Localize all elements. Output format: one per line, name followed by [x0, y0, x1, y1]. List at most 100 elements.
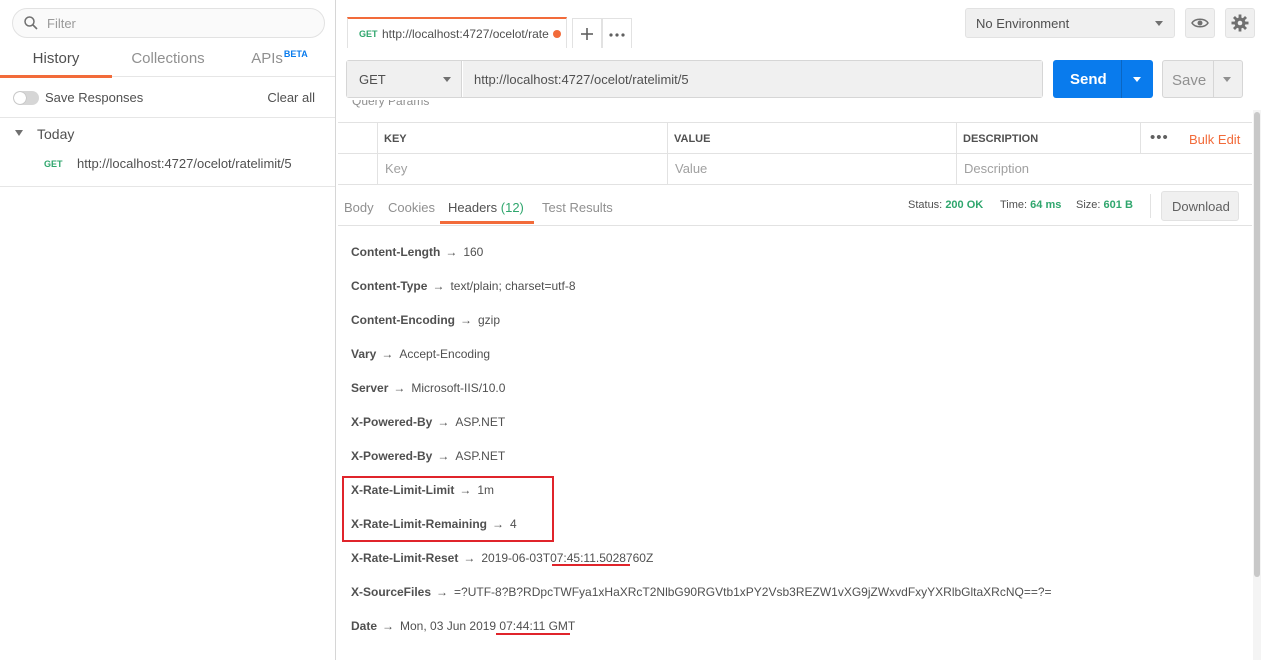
arrow-right-icon: →	[445, 245, 458, 259]
top-bar: GET http://localhost:4727/ocelot/rate No…	[337, 0, 1261, 48]
save-responses-toggle[interactable]	[13, 91, 39, 105]
request-url-bar: GET	[346, 60, 1043, 98]
tab-collections-label: Collections	[131, 50, 205, 67]
tab-apis[interactable]: APIsBETA	[224, 42, 335, 77]
tab-history-label: History	[32, 50, 80, 67]
request-tab[interactable]: GET http://localhost:4727/ocelot/rate	[347, 17, 567, 48]
request-tab-title: http://localhost:4727/ocelot/rate	[382, 27, 549, 41]
status-label: Status:	[908, 199, 943, 211]
history-item[interactable]: GET http://localhost:4727/ocelot/ratelim…	[0, 147, 335, 187]
tab-history[interactable]: History	[0, 42, 112, 78]
postman-window: History Collections APIsBETA Save Respon…	[0, 0, 1261, 660]
save-button[interactable]: Save	[1162, 60, 1243, 98]
header-row: X-SourceFiles → =?UTF-8?B?RDpcTWFya1xHaXRc…	[351, 585, 1052, 605]
response-status: Status: 200 OK	[908, 199, 983, 211]
new-tab-button[interactable]	[572, 18, 602, 48]
method-select[interactable]: GET	[347, 61, 462, 97]
params-key-input[interactable]	[385, 161, 625, 176]
arrow-right-icon: →	[432, 279, 445, 293]
reset-time-underline	[552, 564, 630, 566]
arrow-right-icon: →	[437, 449, 450, 463]
size-value: 601 B	[1103, 199, 1133, 211]
params-description-input[interactable]	[964, 161, 1204, 176]
header-value: Microsoft-IIS/10.0	[411, 381, 506, 395]
header-row: Content-Encoding → gzip	[351, 313, 500, 333]
params-header-divider	[1140, 123, 1141, 153]
params-value-header-label: VALUE	[674, 133, 711, 145]
header-value: ASP.NET	[455, 415, 506, 429]
params-value-cell	[667, 154, 956, 184]
history-item-url: http://localhost:4727/ocelot/ratelimit/5	[77, 156, 292, 171]
header-key: Server	[351, 381, 389, 395]
tab-body[interactable]: Body	[344, 200, 374, 215]
header-row: Date → Mon, 03 Jun 2019 07:44:11 GMT	[351, 619, 575, 639]
filter-box[interactable]	[12, 8, 325, 38]
header-value: Accept-Encoding	[399, 347, 491, 361]
search-icon	[24, 16, 38, 30]
send-options-chevron-icon[interactable]	[1133, 77, 1141, 82]
query-params-title-clipped: Query Params	[346, 100, 466, 110]
header-key: Content-Type	[351, 279, 428, 293]
params-value-input[interactable]	[675, 161, 915, 176]
params-value-header: VALUE	[667, 123, 956, 153]
send-button-divider	[1121, 60, 1122, 98]
save-button-label: Save	[1172, 72, 1207, 89]
url-input[interactable]	[463, 61, 1042, 97]
clear-all-button[interactable]: Clear all	[267, 90, 315, 105]
arrow-right-icon: →	[382, 619, 395, 633]
tab-headers-count: (12)	[500, 200, 524, 215]
header-value: text/plain; charset=utf-8	[450, 279, 576, 293]
header-key: X-Powered-By	[351, 449, 433, 463]
tab-test-results[interactable]: Test Results	[542, 200, 613, 215]
environment-quick-look-button[interactable]	[1185, 8, 1215, 38]
environment-select-value: No Environment	[976, 16, 1070, 31]
save-options-chevron-icon[interactable]	[1223, 77, 1231, 82]
params-description-cell	[956, 154, 1252, 184]
header-key: Date	[351, 619, 378, 633]
header-key: X-Powered-By	[351, 415, 433, 429]
query-params-table: KEY VALUE DESCRIPTION ••• Bulk Edit	[338, 122, 1252, 185]
tab-options-button[interactable]	[602, 18, 632, 48]
history-group-today[interactable]: Today	[0, 119, 335, 147]
status-value: 200 OK	[945, 199, 984, 211]
params-description-header-label: DESCRIPTION	[963, 133, 1039, 145]
response-size: Size: 601 B	[1076, 199, 1133, 211]
date-time-underline	[496, 633, 570, 635]
environment-select[interactable]: No Environment	[965, 8, 1175, 38]
request-tab-method: GET	[359, 29, 378, 39]
params-key-cell	[377, 154, 667, 184]
chevron-down-icon	[443, 77, 451, 82]
header-value: 160	[463, 245, 484, 259]
active-response-tab-indicator	[440, 221, 534, 224]
send-button-label: Send	[1070, 71, 1107, 88]
tab-collections[interactable]: Collections	[112, 42, 224, 77]
response-bar: Body Cookies Headers (12) Test Results S…	[338, 186, 1252, 226]
eye-icon	[1191, 18, 1209, 28]
header-key: X-SourceFiles	[351, 585, 432, 599]
send-button[interactable]: Send	[1053, 60, 1153, 98]
tab-headers[interactable]: Headers (12)	[448, 200, 524, 215]
params-more-button[interactable]: •••	[1150, 129, 1169, 146]
tab-apis-label: APIs	[251, 50, 283, 67]
time-label: Time:	[1000, 199, 1028, 211]
arrow-right-icon: →	[463, 551, 476, 565]
download-button-label: Download	[1172, 199, 1230, 214]
bulk-edit-link[interactable]: Bulk Edit	[1189, 132, 1240, 147]
unsaved-dot-icon	[553, 30, 561, 38]
beta-badge: BETA	[283, 49, 308, 59]
sidebar: History Collections APIsBETA Save Respon…	[0, 0, 336, 660]
settings-button[interactable]	[1225, 8, 1255, 38]
filter-input[interactable]	[47, 14, 307, 32]
response-time: Time: 64 ms	[1000, 199, 1061, 211]
header-value: gzip	[477, 313, 500, 327]
history-group-label: Today	[37, 126, 75, 142]
header-key: X-Rate-Limit-Reset	[351, 551, 459, 565]
tab-cookies[interactable]: Cookies	[388, 200, 435, 215]
arrow-right-icon: →	[459, 313, 472, 327]
download-button[interactable]: Download	[1161, 191, 1239, 221]
header-row: Content-Length → 160	[351, 245, 483, 265]
scrollbar-thumb[interactable]	[1254, 112, 1260, 577]
header-key: Vary	[351, 347, 377, 361]
save-responses-label: Save Responses	[45, 90, 144, 105]
save-button-divider	[1213, 61, 1214, 97]
